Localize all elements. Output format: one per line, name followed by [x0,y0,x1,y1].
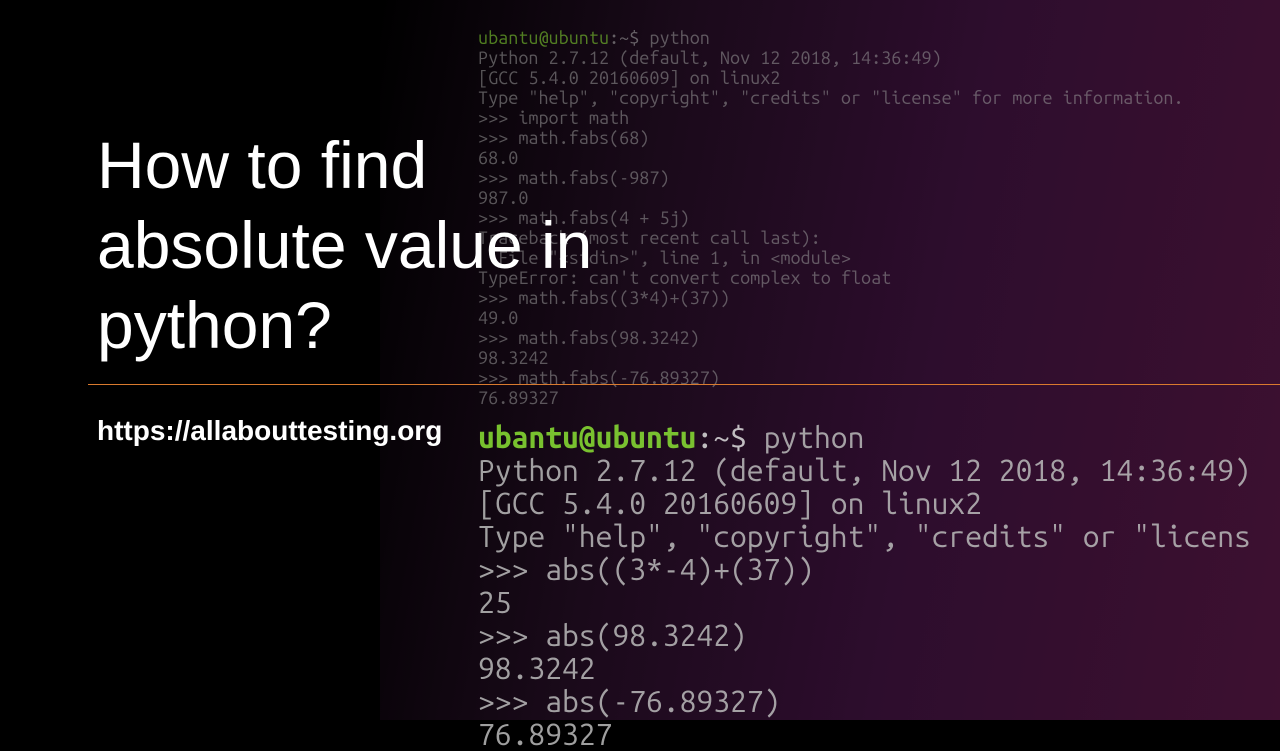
terminal-line: Type "help", "copyright", "credits" or "… [478,88,1184,108]
terminal-line: Python 2.7.12 (default, Nov 12 2018, 14:… [478,453,1251,487]
divider-line [88,384,1280,385]
prompt-user: ubantu@ubuntu [478,28,609,48]
prompt-path: :~$ [696,420,746,454]
terminal-line: 25 [478,585,512,619]
prompt-command: python [747,420,865,454]
slide-title: How to find absolute value in python? [97,125,617,365]
terminal-line: [GCC 5.4.0 20160609] on linux2 [478,68,780,88]
prompt-user: ubantu@ubuntu [478,420,696,454]
terminal-line: >>> abs(98.3242) [478,618,747,652]
prompt-command: python [639,28,710,48]
source-url: https://allabouttesting.org [97,415,442,447]
terminal-output-large: ubantu@ubuntu:~$ python Python 2.7.12 (d… [478,388,1251,751]
terminal-line: >>> abs((3*-4)+(37)) [478,552,814,586]
terminal-line: Type "help", "copyright", "credits" or "… [478,519,1251,553]
terminal-line: >>> abs(-76.89327) [478,684,780,718]
terminal-line: >>> math.fabs(-76.89327) [478,368,720,388]
terminal-line: 98.3242 [478,651,596,685]
terminal-line: [GCC 5.4.0 20160609] on linux2 [478,486,982,520]
terminal-line: Python 2.7.12 (default, Nov 12 2018, 14:… [478,48,942,68]
terminal-line: 76.89327 [478,717,612,751]
prompt-path: :~$ [609,28,639,48]
